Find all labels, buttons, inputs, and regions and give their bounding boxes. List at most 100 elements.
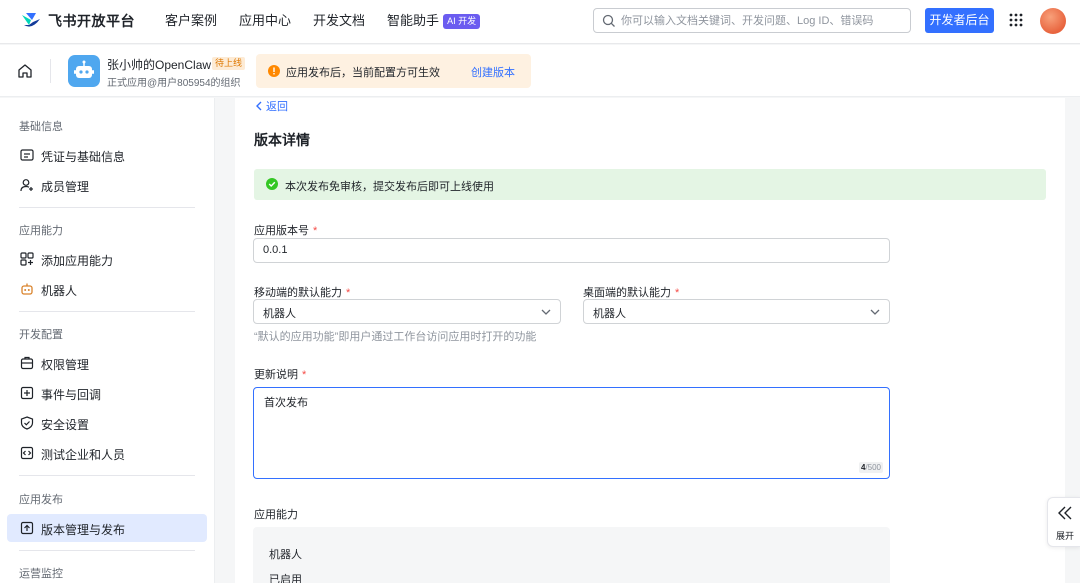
version-label: 应用版本号 * [254, 222, 317, 238]
sidebar-group-capability: 应用能力 [19, 225, 63, 237]
permission-icon [20, 356, 34, 370]
app-avatar [68, 55, 100, 87]
nav-menu: 客户案例 应用中心 开发文档 智能助手 AI 开发 [165, 12, 502, 30]
sidebar-group-dev-config: 开发配置 [19, 329, 63, 341]
nav-item-assistant[interactable]: 智能助手 AI 开发 [387, 12, 481, 30]
nav-item-app-center[interactable]: 应用中心 [239, 12, 291, 30]
warning-icon [268, 65, 280, 77]
page-title: 版本详情 [254, 132, 310, 148]
sidebar-item-label: 机器人 [41, 284, 78, 298]
mobile-default-select[interactable]: 机器人 [253, 299, 561, 324]
sidebar-item-events[interactable]: 事件与回调 [7, 379, 207, 407]
sidebar-item-label: 事件与回调 [41, 388, 102, 402]
mobile-default-value: 机器人 [263, 308, 296, 320]
sidebar-group-monitoring: 运营监控 [19, 568, 63, 580]
notice-text: 应用发布后，当前配置方可生效 [286, 67, 440, 79]
feishu-logo-icon [22, 13, 40, 27]
sidebar-item-credentials[interactable]: 凭证与基础信息 [7, 141, 207, 169]
home-icon[interactable] [17, 63, 33, 79]
credential-icon [20, 149, 34, 161]
sidebar-item-security[interactable]: 安全设置 [7, 409, 207, 437]
char-count-max: /500 [865, 463, 881, 472]
search-input[interactable] [621, 12, 901, 29]
required-mark: * [346, 287, 351, 299]
expand-panel-button[interactable]: 展开 [1047, 497, 1080, 547]
check-circle-icon [266, 178, 278, 190]
required-mark: * [302, 369, 307, 381]
release-notes-textarea[interactable]: 首次发布 4/500 [253, 387, 890, 479]
sidebar-item-test-users[interactable]: 测试企业和人员 [7, 439, 207, 467]
release-notes-value: 首次发布 [264, 397, 308, 409]
version-value: 0.0.1 [263, 244, 288, 256]
app-name: 张小帅的OpenClaw [107, 58, 212, 72]
sidebar: 基础信息 凭证与基础信息 成员管理 应用能力 添加应用能力 机器人 开发配置 权… [0, 98, 215, 583]
search-icon [602, 14, 615, 27]
release-notes-label: 更新说明 * [254, 366, 306, 382]
sidebar-divider [19, 311, 195, 312]
nav-item-assistant-label: 智能助手 [387, 13, 440, 28]
capability-name: 机器人 [269, 549, 302, 561]
nav-item-docs[interactable]: 开发文档 [313, 12, 365, 30]
sidebar-item-label: 版本管理与发布 [41, 523, 126, 537]
back-link[interactable]: 返回 [255, 98, 288, 114]
app-organization: 正式应用@用户805954的组织 [107, 78, 241, 89]
desktop-default-label-text: 桌面端的默认能力 [583, 287, 671, 299]
sidebar-item-label: 成员管理 [41, 180, 90, 194]
sidebar-group-publish: 应用发布 [19, 494, 63, 506]
publish-icon [20, 521, 34, 535]
default-capability-hint: “默认的应用功能”即用户通过工作台访问应用时打开的功能 [254, 331, 537, 343]
capability-card: 机器人 已启用 [253, 527, 890, 583]
app-status-badge: 待上线 [212, 57, 246, 70]
chevron-left-icon [256, 101, 262, 111]
publish-notice: 应用发布后，当前配置方可生效 创建版本 [256, 54, 531, 88]
sidebar-item-members[interactable]: 成员管理 [7, 171, 207, 199]
desktop-default-select[interactable]: 机器人 [583, 299, 890, 324]
sidebar-item-label: 凭证与基础信息 [41, 150, 126, 164]
char-counter: 4/500 [858, 462, 883, 473]
brand-name: 飞书开放平台 [48, 13, 135, 29]
header-divider [50, 59, 51, 83]
capability-section-title: 应用能力 [254, 509, 298, 521]
user-avatar[interactable] [1040, 8, 1066, 34]
sidebar-item-label: 安全设置 [41, 418, 90, 432]
create-version-link[interactable]: 创建版本 [471, 64, 515, 80]
nav-item-cases[interactable]: 客户案例 [165, 12, 217, 30]
back-label: 返回 [266, 101, 288, 113]
desktop-default-label: 桌面端的默认能力 * [583, 284, 679, 300]
sidebar-item-label: 添加应用能力 [41, 254, 114, 268]
sidebar-item-version-publish[interactable]: 版本管理与发布 [7, 514, 207, 542]
sidebar-item-label: 测试企业和人员 [41, 448, 126, 462]
required-mark: * [313, 225, 318, 237]
robot-icon [21, 283, 33, 295]
sidebar-divider [19, 475, 195, 476]
apps-grid-icon[interactable] [1009, 13, 1023, 27]
sidebar-group-basic: 基础信息 [19, 121, 63, 133]
version-input[interactable]: 0.0.1 [253, 238, 890, 263]
robot-avatar-icon [74, 60, 94, 78]
app-header: 张小帅的OpenClaw 待上线 正式应用@用户805954的组织 应用发布后，… [0, 45, 1080, 97]
desktop-default-value: 机器人 [593, 308, 626, 320]
developer-console-button[interactable]: 开发者后台 [925, 8, 994, 33]
add-capability-icon [20, 252, 34, 266]
chevron-down-icon [870, 309, 880, 315]
banner-text: 本次发布免审核，提交发布后即可上线使用 [285, 181, 494, 193]
ai-badge: AI 开发 [443, 14, 481, 29]
version-detail-panel: 返回 版本详情 本次发布免审核，提交发布后即可上线使用 应用版本号 * 0.0.1… [235, 98, 1065, 583]
double-chevron-left-icon [1058, 506, 1072, 520]
sidebar-item-label: 权限管理 [41, 358, 90, 372]
event-icon [20, 386, 34, 400]
chevron-down-icon [541, 309, 551, 315]
sidebar-item-add-capability[interactable]: 添加应用能力 [7, 245, 207, 273]
sidebar-divider [19, 207, 195, 208]
test-icon [20, 446, 34, 460]
brand-logo[interactable]: 飞书开放平台 [20, 11, 135, 31]
sidebar-item-permissions[interactable]: 权限管理 [7, 349, 207, 377]
version-label-text: 应用版本号 [254, 225, 309, 237]
member-icon [20, 179, 33, 192]
sidebar-divider [19, 550, 195, 551]
capability-status: 已启用 [269, 574, 302, 583]
required-mark: * [675, 287, 680, 299]
search-box[interactable] [593, 8, 911, 33]
sidebar-item-robot[interactable]: 机器人 [7, 275, 207, 303]
top-nav: 飞书开放平台 客户案例 应用中心 开发文档 智能助手AI 开发 开发者后台 [0, 0, 1080, 44]
